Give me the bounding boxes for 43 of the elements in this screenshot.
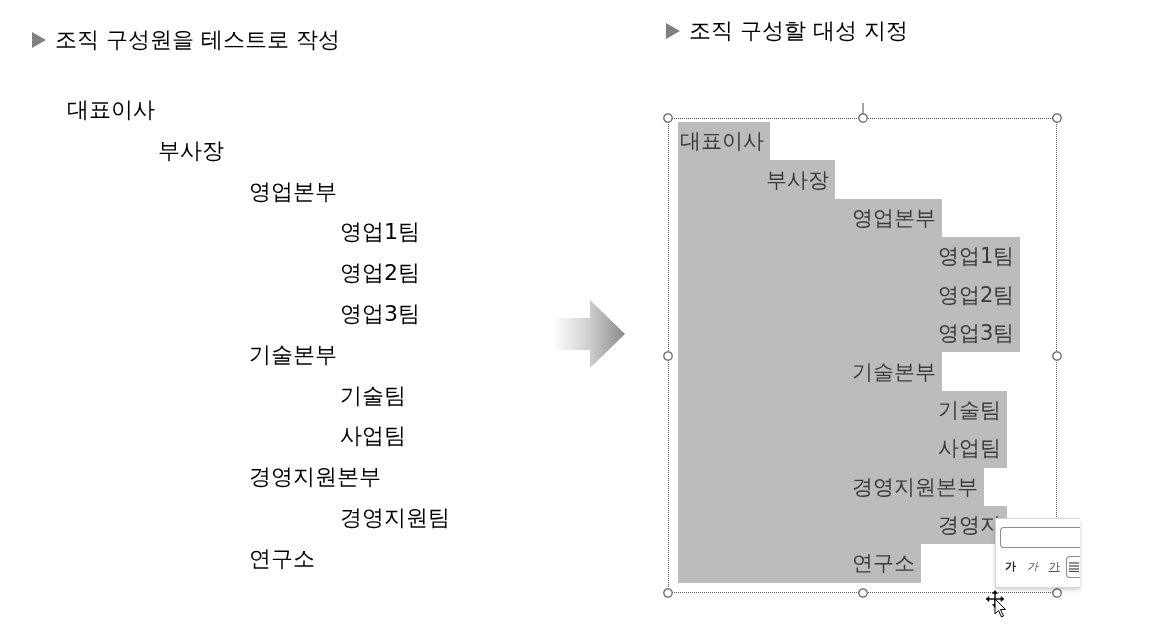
tree-item: 기술팀 xyxy=(340,382,406,409)
bold-button[interactable]: 가 xyxy=(1000,556,1020,578)
resize-handle[interactable] xyxy=(663,588,673,598)
text-line: 영업3팀 xyxy=(938,320,1015,347)
text-line: 영업본부 xyxy=(852,204,936,231)
resize-handle[interactable] xyxy=(857,113,868,123)
section-heading: 조직 구성할 대성 지정 xyxy=(689,19,908,43)
tree-item: 기술본부 xyxy=(249,341,337,368)
tree-item: 대표이사 xyxy=(67,97,155,123)
tree-item: 영업1팀 xyxy=(340,219,420,246)
text-line: 부사장 xyxy=(766,166,829,193)
resize-handle[interactable] xyxy=(1052,350,1062,361)
italic-button[interactable]: 가 xyxy=(1022,556,1042,578)
tree-item: 사업팀 xyxy=(340,423,406,450)
text-line: 기술본부 xyxy=(852,358,936,385)
resize-handle[interactable] xyxy=(857,588,868,598)
text-line: 사업팀 xyxy=(938,435,1001,462)
tree-item: 경영지원팀 xyxy=(340,504,450,531)
tree-item: 부사장 xyxy=(158,137,224,164)
tree-item: 연구소 xyxy=(249,545,315,572)
tree-item: 영업본부 xyxy=(249,178,337,205)
text-line: 대표이사 xyxy=(680,128,764,155)
resize-handle[interactable] xyxy=(663,113,673,123)
text-line: 영업2팀 xyxy=(938,281,1015,308)
tree-item: 영업3팀 xyxy=(340,300,420,327)
section-heading: 조직 구성원을 테스트로 작성 xyxy=(55,28,340,52)
resize-handle[interactable] xyxy=(1052,113,1062,123)
list-icon xyxy=(1069,562,1079,572)
triangle-bullet-icon xyxy=(32,32,46,48)
rotation-handle[interactable] xyxy=(861,103,864,114)
list-button[interactable] xyxy=(1066,556,1080,578)
text-line: 경영지원본부 xyxy=(852,473,978,500)
text-line: 기술팀 xyxy=(938,396,1001,423)
tree-item: 영업2팀 xyxy=(340,260,420,287)
triangle-bullet-icon xyxy=(666,23,680,39)
underline-button[interactable]: 가 xyxy=(1044,556,1064,578)
text-line: 영업1팀 xyxy=(938,243,1015,270)
tree-item: 경영지원본부 xyxy=(249,464,381,491)
move-cursor-icon xyxy=(985,590,1007,618)
text-line: 연구소 xyxy=(852,550,915,577)
resize-handle[interactable] xyxy=(1052,588,1062,598)
resize-handle[interactable] xyxy=(663,350,673,361)
input-field[interactable] xyxy=(1000,527,1080,548)
